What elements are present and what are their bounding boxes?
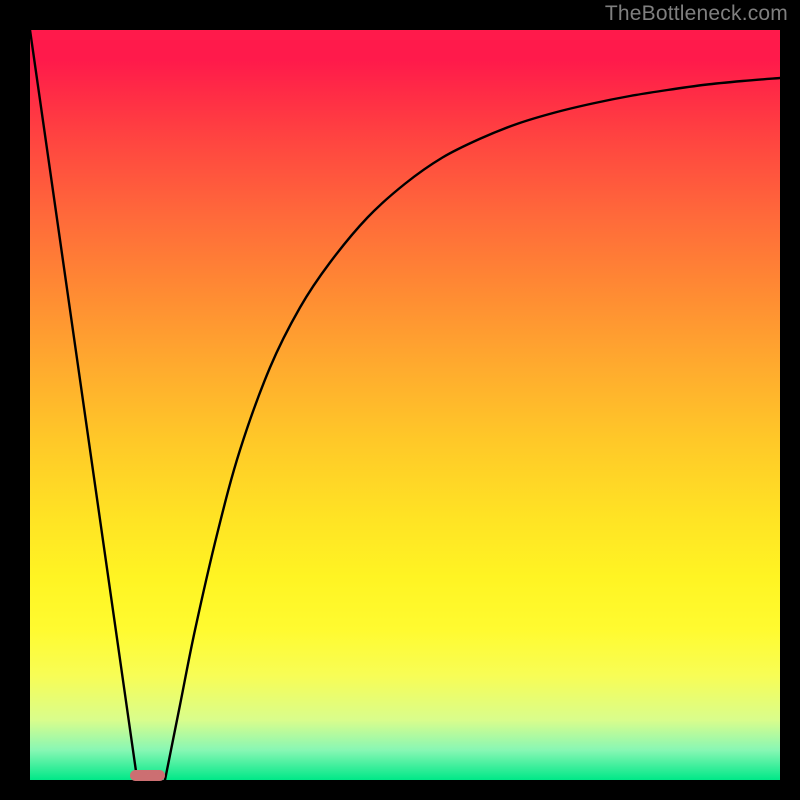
plot-area — [30, 30, 780, 780]
left-line-path — [30, 30, 137, 780]
chart-frame: TheBottleneck.com — [0, 0, 800, 800]
watermark-text: TheBottleneck.com — [605, 2, 788, 26]
right-curve-path — [165, 78, 780, 780]
curve-layer — [30, 30, 780, 780]
baseline-marker — [130, 770, 165, 781]
